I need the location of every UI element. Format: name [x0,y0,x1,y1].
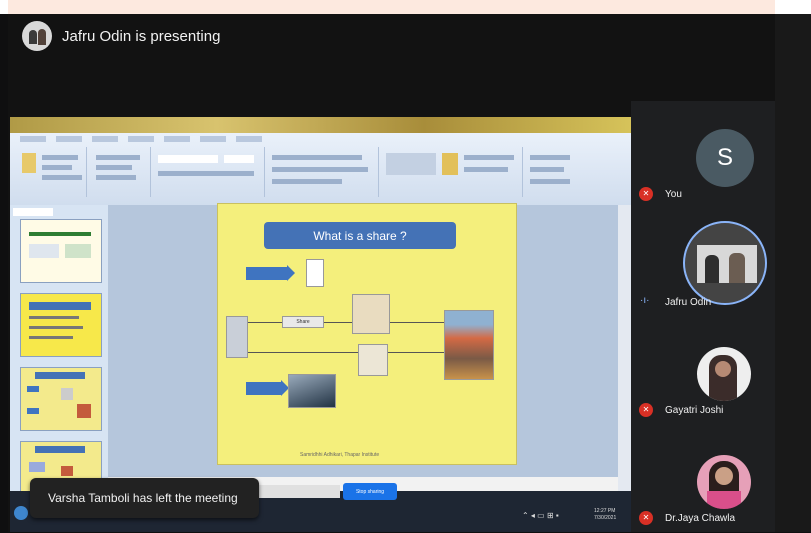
connector-line [246,352,466,353]
presenter-text: Jafru Odin is presenting [62,27,221,45]
participant-name: Gayatri Joshi [665,405,724,416]
participant-name: Jafru Odin [665,297,712,308]
slide-arrow-shape [246,380,289,396]
slide-title: What is a share ? [264,222,456,249]
right-edge [775,14,811,532]
participant-tile-you[interactable]: S ✕ You [631,101,775,209]
ribbon-group-drawing [382,147,523,197]
avatar [697,347,751,401]
slide-arrow-shape [246,265,295,281]
vertical-scrollbar[interactable] [618,205,631,495]
avatar [683,221,767,305]
money-bag-image [358,344,388,376]
slide-thumbnail[interactable] [20,293,102,357]
ribbon-tabs [20,136,262,142]
mic-off-icon: ✕ [639,511,653,525]
ribbon-group-clipboard [16,147,87,197]
pyramid-image [288,374,336,408]
slide-footer: Samridhhi Adhikari, Thapar Institute [300,452,380,458]
system-tray-icons[interactable]: ⌃ ◂ ▭ ⊞ ▪ [522,511,559,520]
slide-thumbnail[interactable] [20,367,102,431]
avatar [697,455,751,509]
speaking-icon: ·ı· [640,295,650,306]
browser-top-band [0,0,811,14]
slides-panel[interactable] [10,205,108,525]
crowd-image [444,310,494,380]
building-image [226,316,248,358]
person-image [306,259,324,287]
notification-toast: Varsha Tamboli has left the meeting [30,478,259,518]
participant-name: You [665,189,682,200]
ribbon-group-font [154,147,265,197]
taskbar-clock: 12:27 PM 7/30/2021 [594,508,617,521]
start-icon[interactable] [14,506,28,520]
shared-screen[interactable]: What is a share ? Share Samridhhi Adhika… [10,117,631,532]
certificate-image [352,294,390,334]
share-label-box: Share [282,316,324,328]
powerpoint-ribbon [10,133,631,205]
ribbon-group-paragraph [268,147,379,197]
presenter-avatar [22,21,52,51]
participant-tile-jaya[interactable]: ✕ Dr.Jaya Chawla [631,425,775,533]
slides-tab[interactable] [13,208,53,216]
ribbon-group-slides [90,147,151,197]
ribbon-group-editing [526,147,596,197]
mic-off-icon: ✕ [639,403,653,417]
current-slide: What is a share ? Share Samridhhi Adhika… [217,203,517,465]
stop-sharing-button[interactable]: Stop sharing [343,483,397,500]
avatar: S [696,129,754,187]
slide-thumbnail[interactable] [20,219,102,283]
mic-off-icon: ✕ [639,187,653,201]
participant-tile-gayatri[interactable]: ✕ Gayatri Joshi [631,317,775,425]
presenter-bar: Jafru Odin is presenting [22,20,220,52]
window-title-bar [10,117,631,133]
participants-panel: S ✕ You ·ı· Jafru Odin ✕ Gayatri Joshi ✕… [631,101,775,532]
participant-name: Dr.Jaya Chawla [665,513,736,524]
participant-tile-jafru[interactable]: ·ı· Jafru Odin [631,209,775,317]
sharing-hint [254,485,340,498]
